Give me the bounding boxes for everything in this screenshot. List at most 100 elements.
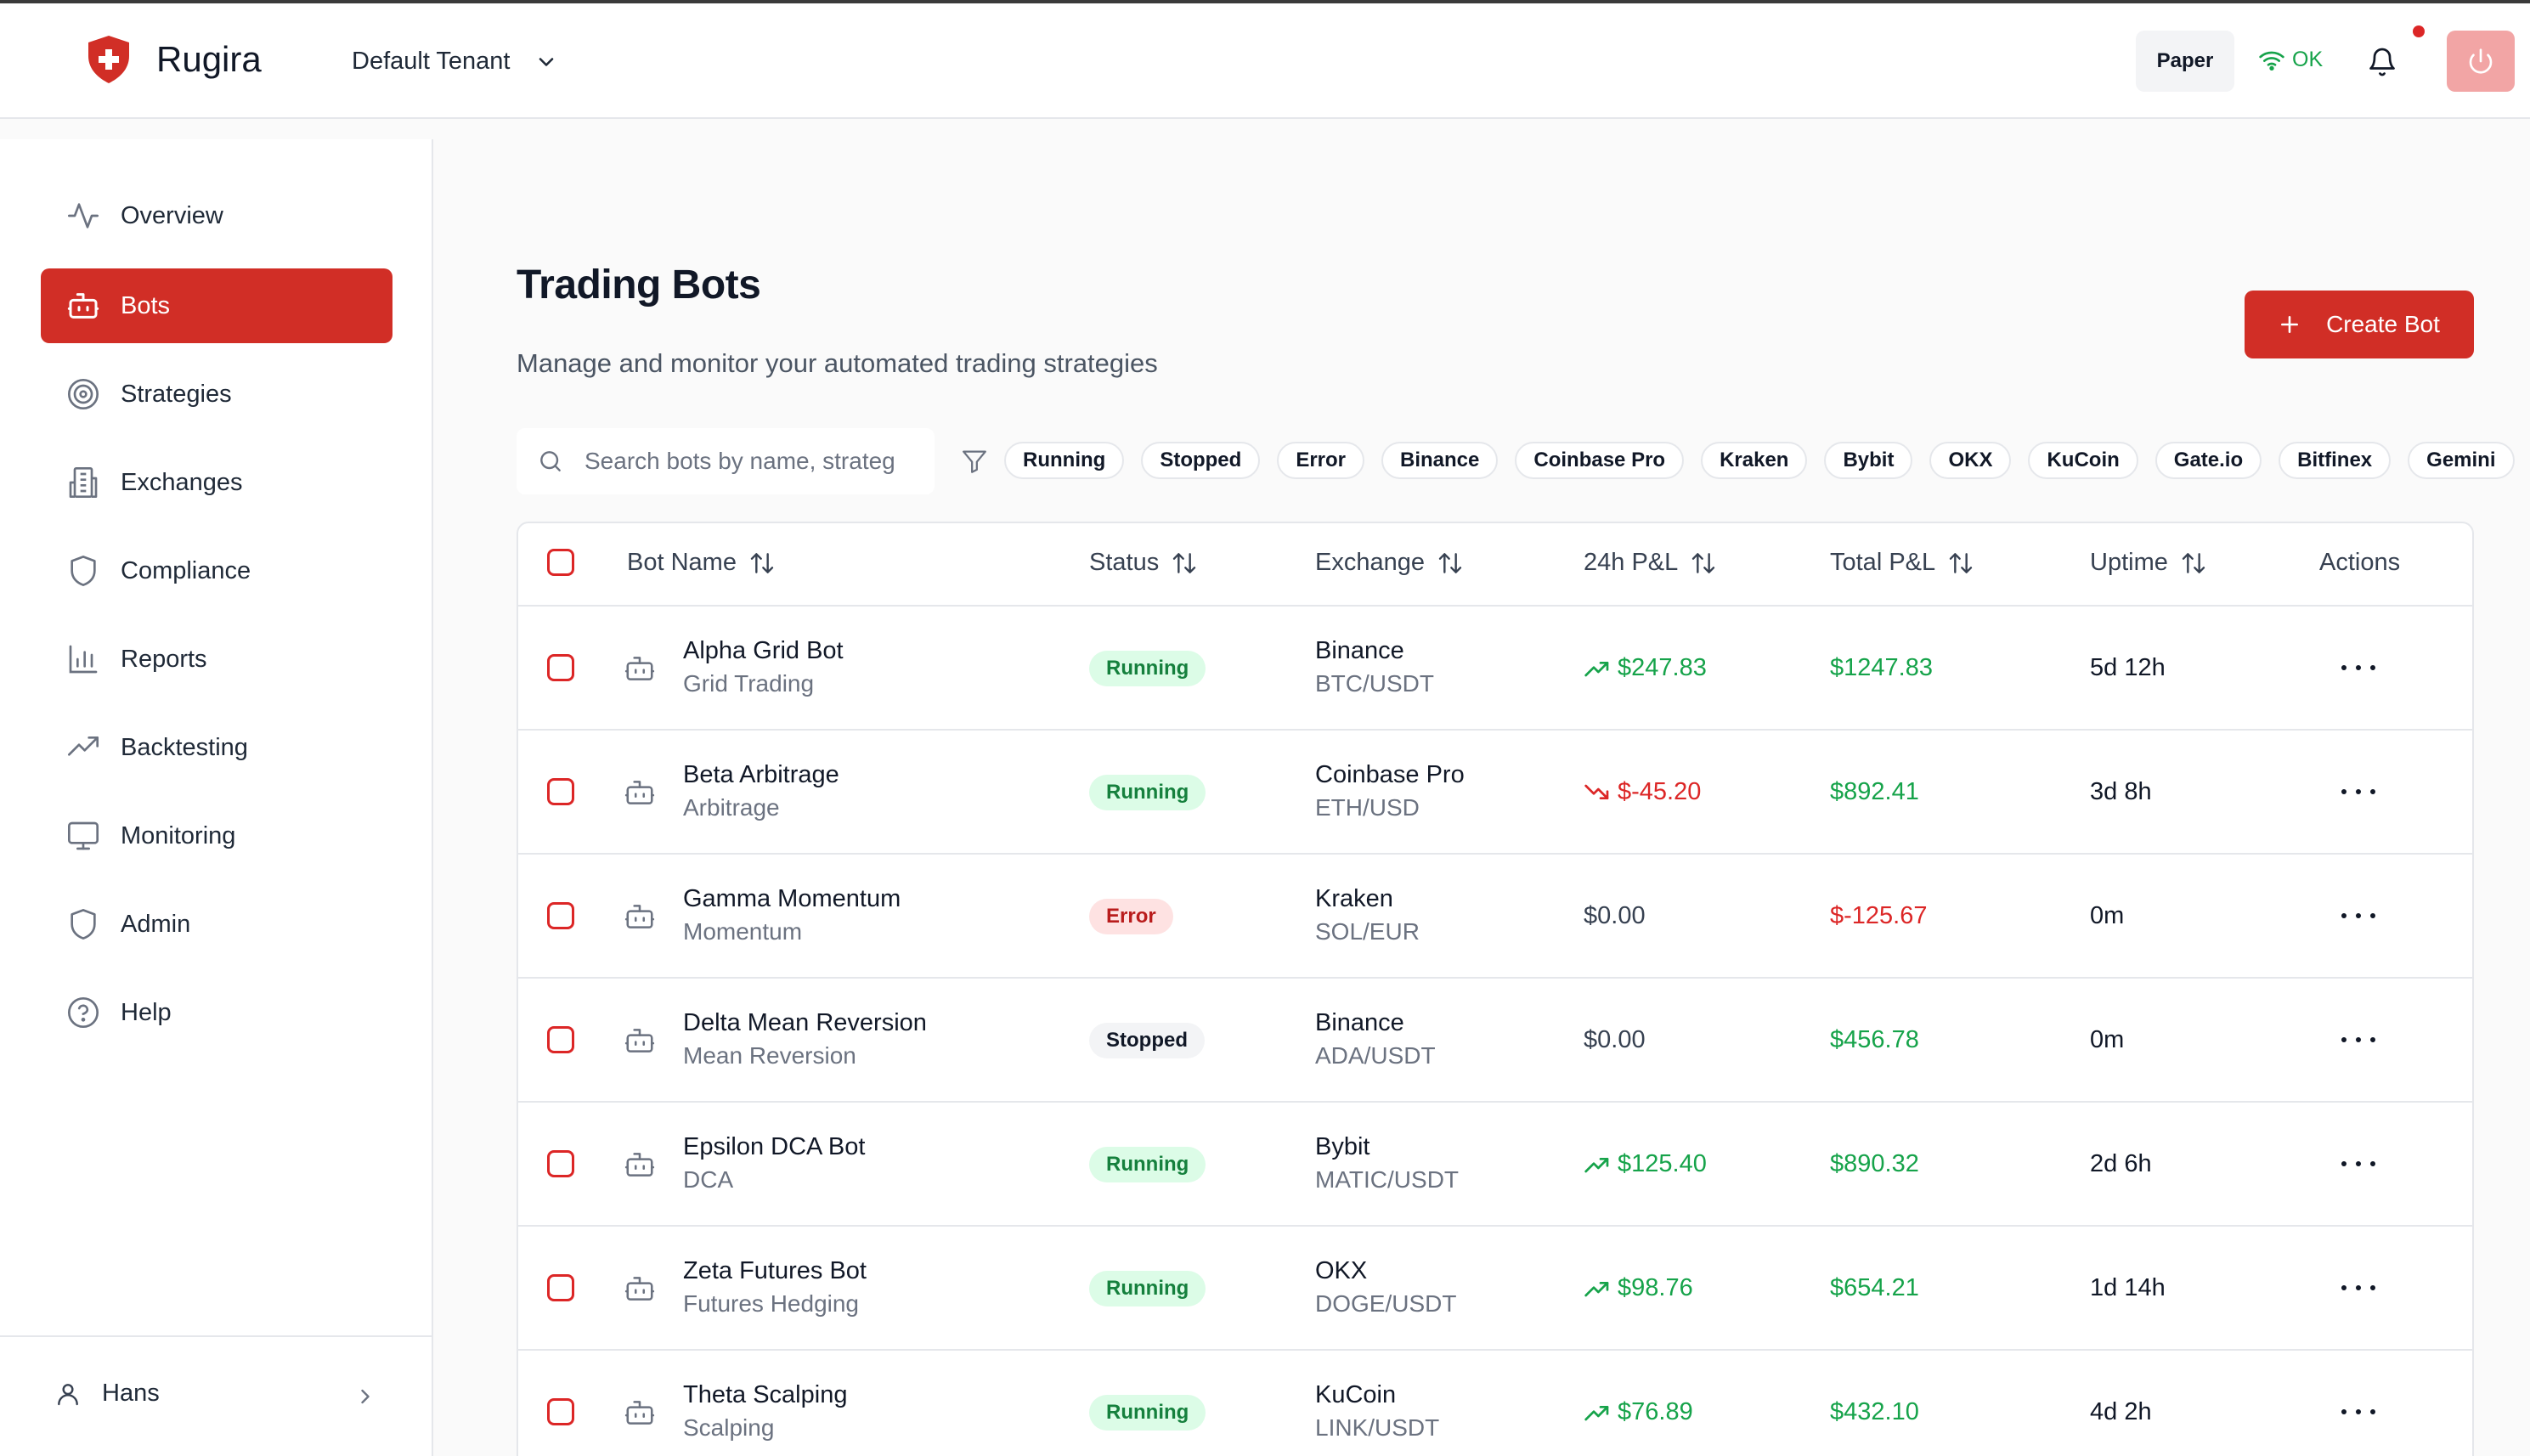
status-badge: Stopped (1089, 1023, 1205, 1058)
filter-chip-running[interactable]: Running (1004, 442, 1125, 479)
bot-name[interactable]: Delta Mean Reversion (683, 1009, 927, 1037)
filter-chip-coinbase-pro[interactable]: Coinbase Pro (1515, 442, 1685, 479)
filter-chip-kucoin[interactable]: KuCoin (2028, 442, 2138, 479)
bot-name[interactable]: Epsilon DCA Bot (683, 1133, 865, 1161)
exchange-cell: OKX DOGE/USDT (1315, 1257, 1456, 1318)
table-row[interactable]: Gamma Momentum Momentum Error Kraken SOL/EUR… (518, 855, 2472, 979)
trading-mode-button[interactable]: Paper (2136, 31, 2234, 92)
chevron-right-icon[interactable] (353, 1385, 377, 1408)
more-actions-icon[interactable] (2341, 1279, 2375, 1296)
filter-chip-error[interactable]: Error (1277, 442, 1364, 479)
trending-up-icon (1584, 1281, 1609, 1296)
bot-name[interactable]: Gamma Momentum (683, 885, 901, 913)
bot-name[interactable]: Beta Arbitrage (683, 761, 839, 789)
more-actions-icon[interactable] (2341, 907, 2375, 924)
row-checkbox[interactable] (547, 1150, 574, 1177)
power-button[interactable] (2447, 31, 2515, 92)
exchange-name: OKX (1315, 1257, 1368, 1284)
filter-chip-gateio[interactable]: Gate.io (2154, 442, 2262, 479)
sidebar-item-overview[interactable]: Overview (41, 178, 392, 253)
activity-icon (68, 203, 99, 229)
bell-icon[interactable] (2367, 46, 2397, 78)
sidebar-item-help[interactable]: Help (41, 975, 392, 1050)
more-actions-icon[interactable] (2341, 1155, 2375, 1172)
row-checkbox[interactable] (547, 1274, 574, 1301)
sidebar-item-label: Exchanges (121, 468, 243, 496)
user-menu[interactable]: Hans (54, 1380, 160, 1408)
exchange-name: Binance (1315, 1009, 1404, 1036)
column-label: Uptime (2090, 549, 2168, 576)
pnl-24h-value: $98.76 (1618, 1274, 1693, 1301)
table-row[interactable]: Beta Arbitrage Arbitrage Running Coinbase P… (518, 731, 2472, 855)
bot-icon (624, 657, 655, 680)
search-input[interactable] (584, 448, 924, 475)
table-row[interactable]: Zeta Futures Bot Futures Hedging Running OK… (518, 1227, 2472, 1351)
sidebar-item-strategies[interactable]: Strategies (41, 357, 392, 432)
column-header-total-pnl[interactable]: Total P&L (1830, 549, 1974, 577)
monitor-icon (68, 821, 99, 850)
help-circle-icon (68, 997, 99, 1028)
filter-chips: Running Stopped Error Binance Coinbase P… (1004, 442, 2515, 479)
column-header-bot-name[interactable]: Bot Name (627, 549, 776, 577)
bot-name[interactable]: Theta Scalping (683, 1381, 847, 1409)
more-actions-icon[interactable] (2341, 1403, 2375, 1420)
table-row[interactable]: Theta Scalping Scalping Running KuCoin LINK/… (518, 1351, 2472, 1456)
tenant-selector[interactable]: Default Tenant (352, 48, 558, 76)
table-row[interactable]: Epsilon DCA Bot DCA Running Bybit MATIC/USDT… (518, 1103, 2472, 1227)
search-icon (540, 451, 561, 471)
pnl-24h-value: $76.89 (1618, 1398, 1693, 1425)
page-subtitle: Manage and monitor your automated tradin… (517, 348, 1158, 378)
sidebar-item-bots[interactable]: Bots (41, 268, 392, 343)
uptime-value: 5d 12h (2090, 654, 2166, 681)
column-label: Total P&L (1830, 549, 1936, 576)
row-checkbox[interactable] (547, 654, 574, 681)
bot-name[interactable]: Alpha Grid Bot (683, 637, 844, 665)
bot-name[interactable]: Zeta Futures Bot (683, 1257, 867, 1285)
pnl-total-value: $890.32 (1830, 1150, 1919, 1177)
create-bot-button[interactable]: Create Bot (2245, 291, 2474, 358)
row-checkbox[interactable] (547, 1026, 574, 1053)
building-icon (69, 467, 98, 498)
tenant-label: Default Tenant (352, 48, 511, 75)
filter-chip-binance[interactable]: Binance (1381, 442, 1499, 479)
select-all-checkbox[interactable] (547, 549, 574, 576)
sidebar-item-exchanges[interactable]: Exchanges (41, 445, 392, 520)
target-icon (68, 379, 99, 409)
column-header-status[interactable]: Status (1089, 549, 1198, 577)
row-checkbox[interactable] (547, 778, 574, 805)
shield-logo-icon (88, 36, 129, 83)
more-actions-icon[interactable] (2341, 783, 2375, 800)
column-header-uptime[interactable]: Uptime (2090, 549, 2207, 577)
table-row[interactable]: Delta Mean Reversion Mean Reversion Stoppe… (518, 979, 2472, 1103)
sort-icon (1173, 552, 1196, 573)
row-checkbox[interactable] (547, 1398, 574, 1425)
table-row[interactable]: Alpha Grid Bot Grid Trading Running Binance… (518, 607, 2472, 731)
filter-chip-bybit[interactable]: Bybit (1824, 442, 1913, 479)
more-actions-icon[interactable] (2341, 659, 2375, 676)
more-actions-icon[interactable] (2341, 1031, 2375, 1048)
column-header-exchange[interactable]: Exchange (1315, 549, 1464, 577)
filter-chip-okx[interactable]: OKX (1929, 442, 2012, 479)
filter-chip-kraken[interactable]: Kraken (1701, 442, 1808, 479)
sidebar-item-admin[interactable]: Admin (41, 887, 392, 962)
bot-name-cell: Epsilon DCA Bot DCA (683, 1133, 865, 1194)
filter-icon[interactable] (960, 447, 989, 476)
status-badge: Running (1089, 1395, 1206, 1431)
sidebar-item-backtesting[interactable]: Backtesting (41, 710, 392, 785)
column-header-24h-pnl[interactable]: 24h P&L (1584, 549, 1717, 577)
sidebar-item-label: Help (121, 998, 172, 1026)
sidebar-item-reports[interactable]: Reports (41, 622, 392, 697)
status-badge: Running (1089, 1147, 1206, 1182)
filter-chip-stopped[interactable]: Stopped (1141, 442, 1261, 479)
bots-table: Bot Name Status Exchange 24h P&L Total P… (517, 522, 2474, 1456)
pnl-24h-cell: $-45.20 (1584, 778, 1701, 806)
sidebar-item-label: Admin (121, 910, 191, 938)
trading-pair: ETH/USD (1315, 794, 1420, 821)
sidebar-item-monitoring[interactable]: Monitoring (41, 799, 392, 873)
chevron-down-icon (539, 57, 553, 66)
filter-chip-gemini[interactable]: Gemini (2408, 442, 2515, 479)
wifi-icon (2259, 51, 2284, 71)
row-checkbox[interactable] (547, 902, 574, 929)
sidebar-item-compliance[interactable]: Compliance (41, 533, 392, 608)
filter-chip-bitfinex[interactable]: Bitfinex (2279, 442, 2392, 479)
